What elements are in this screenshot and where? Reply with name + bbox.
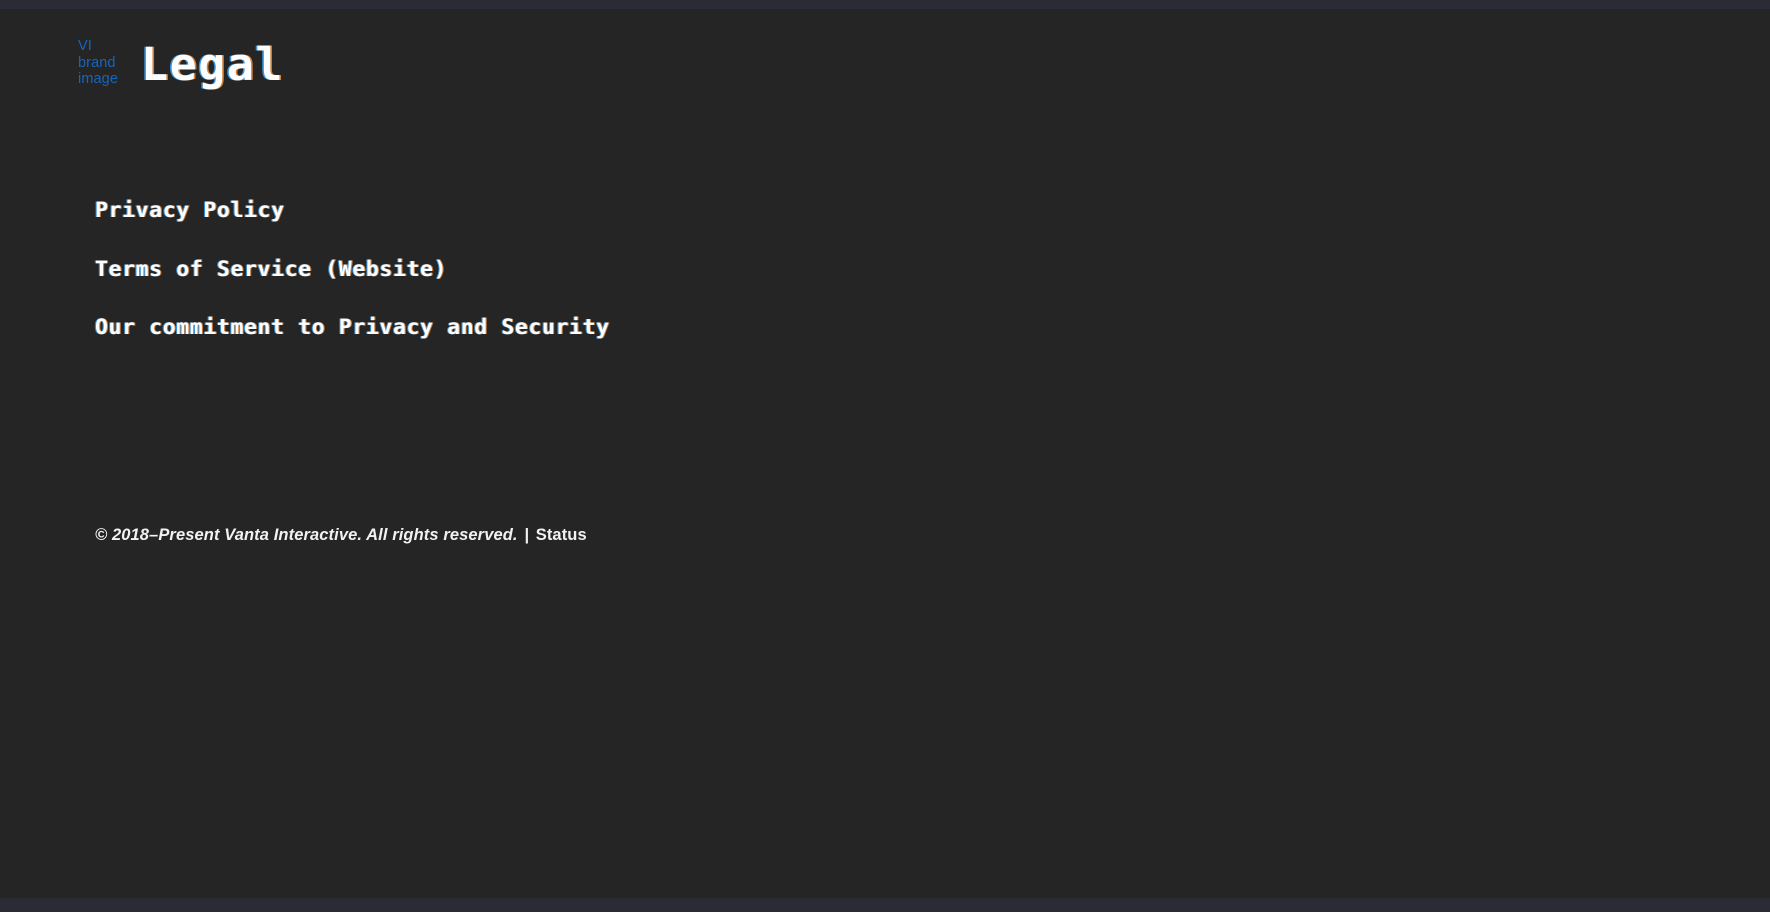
legal-link-privacy-policy[interactable]: Privacy Policy	[95, 200, 285, 222]
page-canvas: VI brand image Legal Privacy Policy Term…	[0, 9, 1770, 898]
site-footer: © 2018–Present Vanta Interactive. All ri…	[95, 526, 587, 545]
page-title: Legal	[141, 37, 284, 91]
legal-link-terms-of-service[interactable]: Terms of Service (Website)	[95, 258, 447, 281]
brand-logo-broken-image[interactable]: VI brand image	[78, 38, 128, 88]
browser-top-chrome-strip	[0, 0, 1770, 9]
browser-bottom-chrome-strip	[0, 898, 1770, 912]
footer-separator: |	[519, 526, 534, 544]
footer-copyright-text: © 2018–Present Vanta Interactive. All ri…	[95, 526, 518, 544]
legal-links-list: Privacy Policy Terms of Service (Website…	[95, 200, 610, 339]
site-header: VI brand image Legal	[78, 20, 284, 106]
legal-link-privacy-and-security-commitment[interactable]: Our commitment to Privacy and Security	[95, 317, 610, 339]
footer-status-link[interactable]: Status	[536, 526, 587, 545]
